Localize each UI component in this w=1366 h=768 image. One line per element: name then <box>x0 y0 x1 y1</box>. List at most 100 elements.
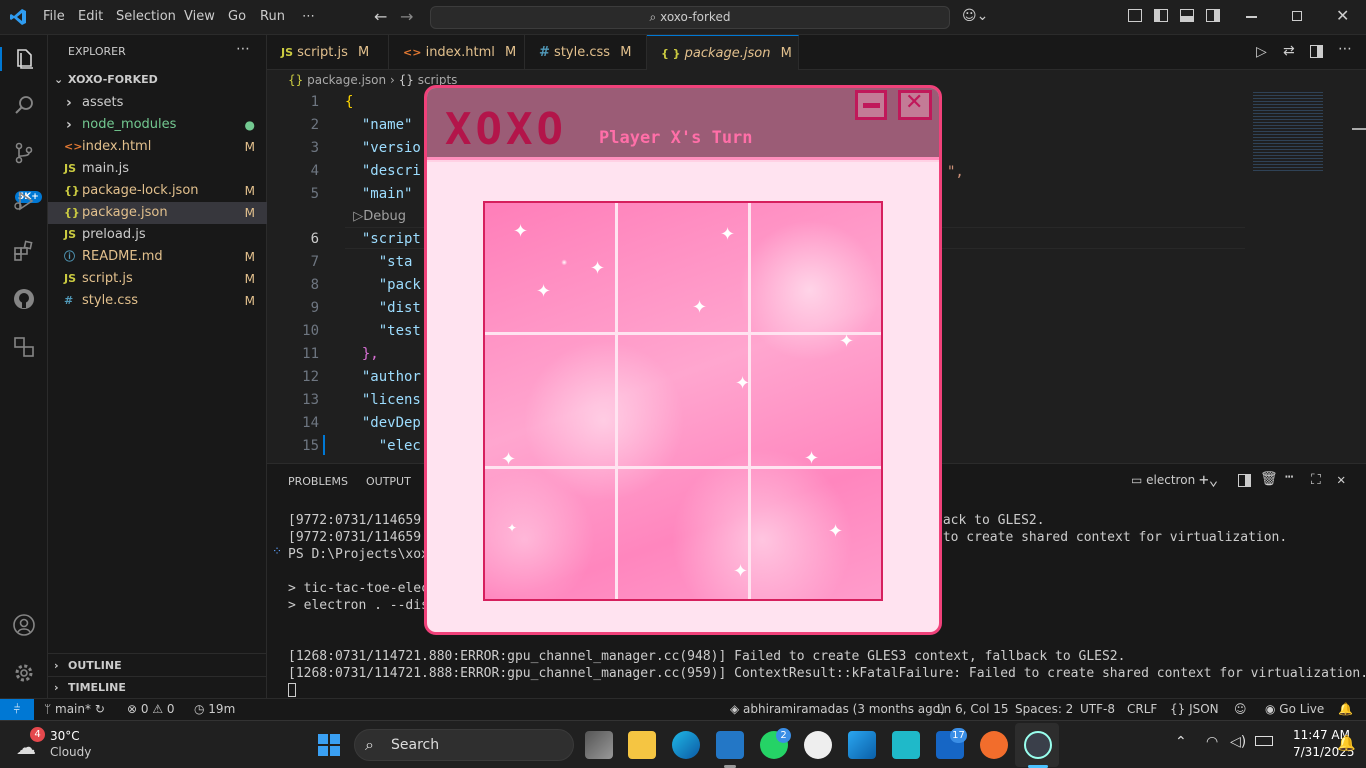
menu-go[interactable]: Go <box>228 9 246 24</box>
tab-script-js[interactable]: JS script.js M <box>267 35 389 70</box>
folder-item[interactable]: › assets <box>48 92 267 114</box>
copilot-icon[interactable]: ☺⌄ <box>962 8 988 24</box>
minimize-button[interactable] <box>855 90 887 120</box>
close-button[interactable]: ✕ <box>898 90 932 120</box>
debug-codelens[interactable]: ▷Debug <box>345 209 406 224</box>
board-cell-5[interactable] <box>618 335 750 467</box>
file-item[interactable]: JS preload.js <box>48 224 267 246</box>
git-blame[interactable]: ◈ abhiramiramadas (3 months ago) <box>730 699 945 720</box>
workspace-root[interactable]: ⌄ XOXO-FORKED <box>48 69 267 91</box>
board-cell-9[interactable] <box>751 469 883 601</box>
window-restore-icon[interactable] <box>1292 11 1302 21</box>
line-ending[interactable]: CRLF <box>1127 699 1157 720</box>
notifications-bell-icon[interactable]: 🔔 <box>1338 699 1353 720</box>
editor-more-icon[interactable]: ⋯ <box>1338 41 1352 57</box>
board-cell-8[interactable] <box>618 469 750 601</box>
file-item[interactable]: {} package.json M <box>48 202 267 224</box>
toggle-secondary-sidebar-icon[interactable] <box>1206 9 1220 22</box>
menu-edit[interactable]: Edit <box>78 9 103 24</box>
battery-icon[interactable] <box>1255 736 1273 746</box>
toggle-panel-icon[interactable] <box>1180 9 1194 22</box>
new-terminal-icon[interactable]: +⌄ <box>1199 470 1218 489</box>
cursor-position[interactable]: Ln 6, Col 15 <box>937 699 1009 720</box>
menu-run[interactable]: Run <box>260 9 285 24</box>
menu-file[interactable]: File <box>43 9 65 24</box>
tab-problems[interactable]: PROBLEMS <box>288 475 348 488</box>
app-store-icon[interactable] <box>804 731 832 759</box>
window-minimize-icon[interactable] <box>1246 16 1257 18</box>
vscode-logo-icon[interactable] <box>9 8 27 26</box>
tab-style-css[interactable]: # style.css M <box>525 35 647 70</box>
outline-section[interactable]: › OUTLINE <box>48 655 267 677</box>
extensions-icon[interactable] <box>12 239 36 263</box>
file-item[interactable]: <> index.html M <box>48 136 267 158</box>
copilot-status-icon[interactable]: ☺ <box>1234 699 1247 720</box>
menu-more[interactable]: ⋯ <box>302 9 315 24</box>
windows-start-icon[interactable] <box>318 734 340 756</box>
back-arrow-icon[interactable]: ← <box>374 7 387 26</box>
minimap[interactable] <box>1253 92 1323 172</box>
file-explorer-icon[interactable] <box>628 731 656 759</box>
session-timer[interactable]: ◷ 19m <box>194 699 235 720</box>
file-item[interactable]: {} package-lock.json M <box>48 180 267 202</box>
menu-selection[interactable]: Selection <box>116 9 176 24</box>
file-item[interactable]: JS script.js M <box>48 268 267 290</box>
go-live-button[interactable]: ◉ Go Live <box>1265 699 1324 720</box>
edge-browser-icon[interactable] <box>672 731 700 759</box>
vscode-taskbar-icon[interactable] <box>716 731 744 759</box>
taskbar-search-box[interactable]: ⌕ Search <box>354 729 574 761</box>
indentation[interactable]: Spaces: 2 <box>1015 699 1073 720</box>
show-hidden-icons-icon[interactable]: ⌃ <box>1175 734 1187 750</box>
explorer-more-icon[interactable]: ⋯ <box>236 41 250 57</box>
panel-more-icon[interactable]: ⋯ <box>1285 469 1293 485</box>
terminal-selector[interactable]: ▭ electron <box>1131 473 1195 487</box>
split-terminal-icon[interactable] <box>1238 474 1251 487</box>
tab-package-json[interactable]: { } package.json M ✕ <box>647 35 799 96</box>
file-item[interactable]: JS main.js <box>48 158 267 180</box>
tab-index-html[interactable]: <> index.html M <box>389 35 525 70</box>
board-cell-4[interactable] <box>485 335 617 467</box>
tab-output[interactable]: OUTPUT <box>366 475 411 488</box>
window-close-icon[interactable]: ✕ <box>1336 6 1349 25</box>
explorer-files-icon[interactable] <box>12 47 36 71</box>
wifi-icon[interactable]: ◠ <box>1206 734 1218 750</box>
file-item[interactable]: # style.css M <box>48 290 267 312</box>
task-view-icon[interactable] <box>585 731 613 759</box>
postman-icon[interactable] <box>980 731 1008 759</box>
language-mode[interactable]: {} JSON <box>1170 699 1219 720</box>
source-control-icon[interactable] <box>12 141 36 165</box>
run-debug-icon[interactable] <box>12 189 36 213</box>
search-icon[interactable] <box>12 93 36 117</box>
app-lightning-icon[interactable] <box>892 731 920 759</box>
toggle-sidebar-icon[interactable] <box>1154 9 1168 22</box>
problems-indicator[interactable]: ⊗ 0 ⚠ 0 <box>127 699 175 720</box>
menu-view[interactable]: View <box>184 9 215 24</box>
remote-explorer-icon[interactable] <box>12 335 36 359</box>
board-cell-2[interactable] <box>618 203 750 335</box>
scrollbar-position[interactable] <box>1352 128 1366 130</box>
remote-indicator-icon[interactable]: ⫩ <box>0 699 34 720</box>
timeline-section[interactable]: › TIMELINE <box>48 677 267 699</box>
command-center-search[interactable]: ⌕ xoxo-forked <box>430 6 950 29</box>
folder-item[interactable]: › node_modules ● <box>48 114 267 136</box>
maximize-panel-icon[interactable]: ⛶ <box>1311 472 1321 488</box>
github-icon[interactable] <box>12 287 36 311</box>
branch-indicator[interactable]: ᛘ main* ↻ <box>44 699 105 720</box>
encoding[interactable]: UTF-8 <box>1080 699 1115 720</box>
forward-arrow-icon[interactable]: → <box>400 7 413 26</box>
split-editor-icon[interactable] <box>1310 45 1323 58</box>
run-code-icon[interactable]: ▷ <box>1256 44 1267 60</box>
browser-icon[interactable] <box>848 731 876 759</box>
manage-gear-icon[interactable] <box>12 661 36 685</box>
electron-app-icon[interactable] <box>1024 731 1052 759</box>
volume-icon[interactable]: ◁) <box>1230 734 1246 750</box>
board-cell-3[interactable] <box>751 203 883 335</box>
open-changes-icon[interactable]: ⇄ <box>1283 43 1295 59</box>
board-cell-7[interactable] <box>485 469 617 601</box>
close-panel-icon[interactable]: ✕ <box>1337 472 1345 488</box>
trash-icon[interactable]: 🗑 <box>1260 471 1278 487</box>
file-item[interactable]: ⓘ README.md M <box>48 246 267 268</box>
layout-customize-icon[interactable] <box>1128 9 1142 22</box>
accounts-icon[interactable] <box>12 613 36 637</box>
notification-bell-icon[interactable]: 🔔 <box>1337 734 1356 752</box>
